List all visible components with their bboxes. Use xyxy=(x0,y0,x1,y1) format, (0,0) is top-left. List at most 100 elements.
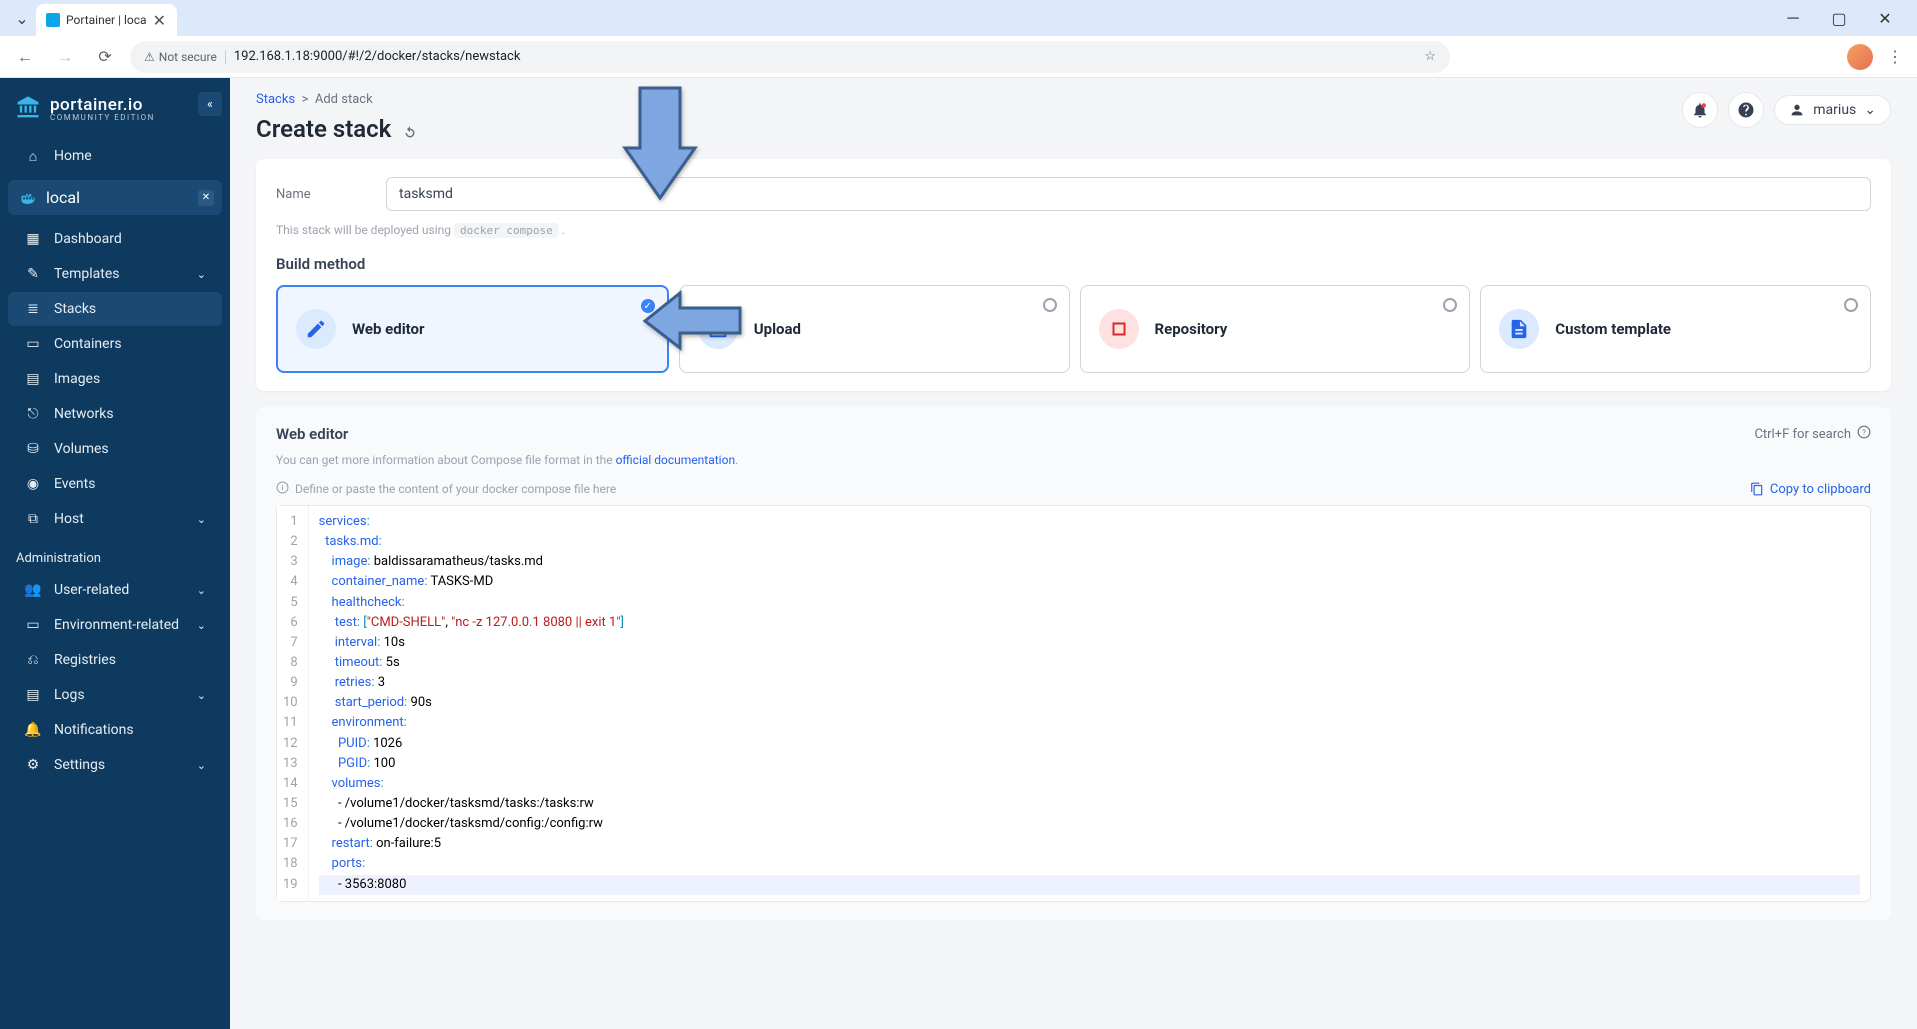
back-icon[interactable]: ← xyxy=(10,42,40,72)
warning-icon: ⚠ xyxy=(144,50,155,64)
radio-icon xyxy=(1443,298,1457,312)
editor-subtitle: You can get more information about Compo… xyxy=(276,453,1871,467)
admin-icon: ⎌ xyxy=(24,651,42,669)
sidebar-item-environment-related[interactable]: ▭Environment-related⌄ xyxy=(8,608,222,642)
portainer-logo-icon xyxy=(14,94,42,122)
window-minimize-icon[interactable]: ─ xyxy=(1779,4,1807,32)
forward-icon[interactable]: → xyxy=(50,42,80,72)
brand-edition: COMMUNITY EDITION xyxy=(50,113,155,122)
info-icon xyxy=(276,481,289,497)
sidebar-item-user-related[interactable]: 👥User-related⌄ xyxy=(8,573,222,607)
breadcrumb-stacks[interactable]: Stacks xyxy=(256,92,295,107)
refresh-icon[interactable] xyxy=(401,120,419,138)
method-label: Upload xyxy=(754,320,801,338)
code-body[interactable]: services: tasks.md: image: baldissaramat… xyxy=(309,506,1870,901)
tab-dropdown-icon[interactable]: ⌄ xyxy=(8,4,36,32)
sidebar-item-events[interactable]: ◉Events xyxy=(8,467,222,501)
sidebar-section-administration: Administration xyxy=(0,537,230,572)
sidebar-item-registries[interactable]: ⎌Registries xyxy=(8,643,222,677)
build-method-upload[interactable]: Upload xyxy=(679,285,1070,373)
page-title: Create stack xyxy=(256,115,419,143)
deploy-hint-pre: This stack will be deployed using xyxy=(276,223,451,237)
sidebar-item-volumes[interactable]: ⛁ Volumes xyxy=(8,432,222,466)
sidebar-item-images[interactable]: ▤Images xyxy=(8,362,222,396)
window-maximize-icon[interactable]: ▢ xyxy=(1825,4,1853,32)
build-method-web-editor[interactable]: Web editor xyxy=(276,285,669,373)
sidebar-item-label: Volumes xyxy=(54,441,109,457)
volumes-icon: ⛁ xyxy=(24,440,42,458)
close-environment-icon[interactable]: ✕ xyxy=(198,190,214,206)
admin-icon: ⚙ xyxy=(24,756,42,774)
sidebar: « portainer.io COMMUNITY EDITION ⌂ Home … xyxy=(0,78,230,1029)
sidebar-item-home[interactable]: ⌂ Home xyxy=(8,139,222,173)
notifications-icon[interactable] xyxy=(1682,92,1718,128)
chevron-down-icon: ⌄ xyxy=(1864,102,1876,118)
sidebar-item-label: Host xyxy=(54,511,84,527)
name-label: Name xyxy=(276,187,366,202)
admin-icon: ▭ xyxy=(24,616,42,634)
radio-icon xyxy=(1844,298,1858,312)
not-secure-badge[interactable]: ⚠ Not secure xyxy=(144,50,226,64)
stack-name-input[interactable] xyxy=(386,177,1871,211)
bookmark-icon[interactable]: ☆ xyxy=(1424,49,1436,64)
copy-to-clipboard-button[interactable]: Copy to clipboard xyxy=(1750,482,1871,497)
chevron-down-icon: ⌄ xyxy=(197,619,206,632)
sidebar-item-stacks[interactable]: ≣Stacks xyxy=(8,292,222,326)
help-icon[interactable] xyxy=(1728,92,1764,128)
sidebar-item-label: Dashboard xyxy=(54,231,122,247)
environment-badge[interactable]: local ✕ xyxy=(8,180,222,215)
build-method-repository[interactable]: Repository xyxy=(1080,285,1471,373)
sidebar-item-templates[interactable]: ✎Templates⌄ xyxy=(8,257,222,291)
method-label: Custom template xyxy=(1555,320,1671,338)
sidebar-item-settings[interactable]: ⚙ Settings ⌄ xyxy=(8,748,222,782)
window-close-icon[interactable]: ✕ xyxy=(1871,4,1899,32)
sidebar-item-label: Stacks xyxy=(54,301,96,317)
sidebar-item-label: Settings xyxy=(54,757,105,773)
docs-link[interactable]: official documentation xyxy=(616,453,736,467)
sidebar-item-host[interactable]: ⧉Host⌄ xyxy=(8,502,222,536)
close-icon[interactable]: ✕ xyxy=(153,11,167,30)
sidebar-item-label: Containers xyxy=(54,336,122,352)
breadcrumb: Stacks > Add stack xyxy=(256,92,419,107)
containers-icon: ▭ xyxy=(24,335,42,353)
method-label: Repository xyxy=(1155,320,1228,338)
method-icon xyxy=(1499,309,1539,349)
sidebar-item-label: Templates xyxy=(54,266,120,282)
chevron-down-icon: ⌄ xyxy=(197,689,206,702)
build-method-grid: Web editor Upload Repository Custom templat… xyxy=(276,285,1871,373)
page-title-text: Create stack xyxy=(256,115,391,143)
sidebar-item-notifications[interactable]: 🔔Notifications xyxy=(8,713,222,747)
chevron-down-icon: ⌄ xyxy=(197,513,206,526)
chevron-down-icon: ⌄ xyxy=(197,759,206,772)
editor-title: Web editor xyxy=(276,425,348,443)
radio-icon xyxy=(641,299,655,313)
dashboard-icon: ▦ xyxy=(24,230,42,248)
breadcrumb-sep: > xyxy=(302,92,309,107)
deploy-hint: This stack will be deployed using docker… xyxy=(276,223,1871,237)
environment-name: local xyxy=(46,188,80,207)
browser-tab[interactable]: Portainer | loca ✕ xyxy=(36,4,177,36)
sidebar-item-containers[interactable]: ▭ Containers xyxy=(8,327,222,361)
main-content: Stacks > Add stack Create stack xyxy=(230,78,1917,1029)
sidebar-item-logs[interactable]: ▤Logs⌄ xyxy=(8,678,222,712)
sidebar-item-dashboard[interactable]: ▦ Dashboard xyxy=(8,222,222,256)
browser-menu-icon[interactable]: ⋮ xyxy=(1883,47,1907,66)
help-icon[interactable]: ? xyxy=(1857,425,1871,443)
user-name: marius xyxy=(1813,102,1856,118)
collapse-sidebar-icon[interactable]: « xyxy=(198,92,222,116)
user-icon xyxy=(1789,102,1805,118)
reload-icon[interactable]: ⟳ xyxy=(90,42,120,72)
user-menu[interactable]: marius ⌄ xyxy=(1774,95,1891,125)
sidebar-item-networks[interactable]: ⎋Networks xyxy=(8,397,222,431)
method-icon xyxy=(698,309,738,349)
url-input[interactable]: ⚠ Not secure 192.168.1.18:9000/#!/2/dock… xyxy=(130,41,1450,73)
admin-icon: 👥 xyxy=(24,581,42,599)
build-method-custom-template[interactable]: Custom template xyxy=(1480,285,1871,373)
profile-avatar[interactable] xyxy=(1847,44,1873,70)
compose-code-editor[interactable]: 12345678910111213141516171819 services: … xyxy=(276,505,1871,902)
method-icon xyxy=(1099,309,1139,349)
not-secure-text: Not secure xyxy=(159,50,217,64)
method-icon xyxy=(296,309,336,349)
brand-logo[interactable]: portainer.io COMMUNITY EDITION xyxy=(0,84,230,138)
deploy-hint-post: . xyxy=(562,223,565,237)
